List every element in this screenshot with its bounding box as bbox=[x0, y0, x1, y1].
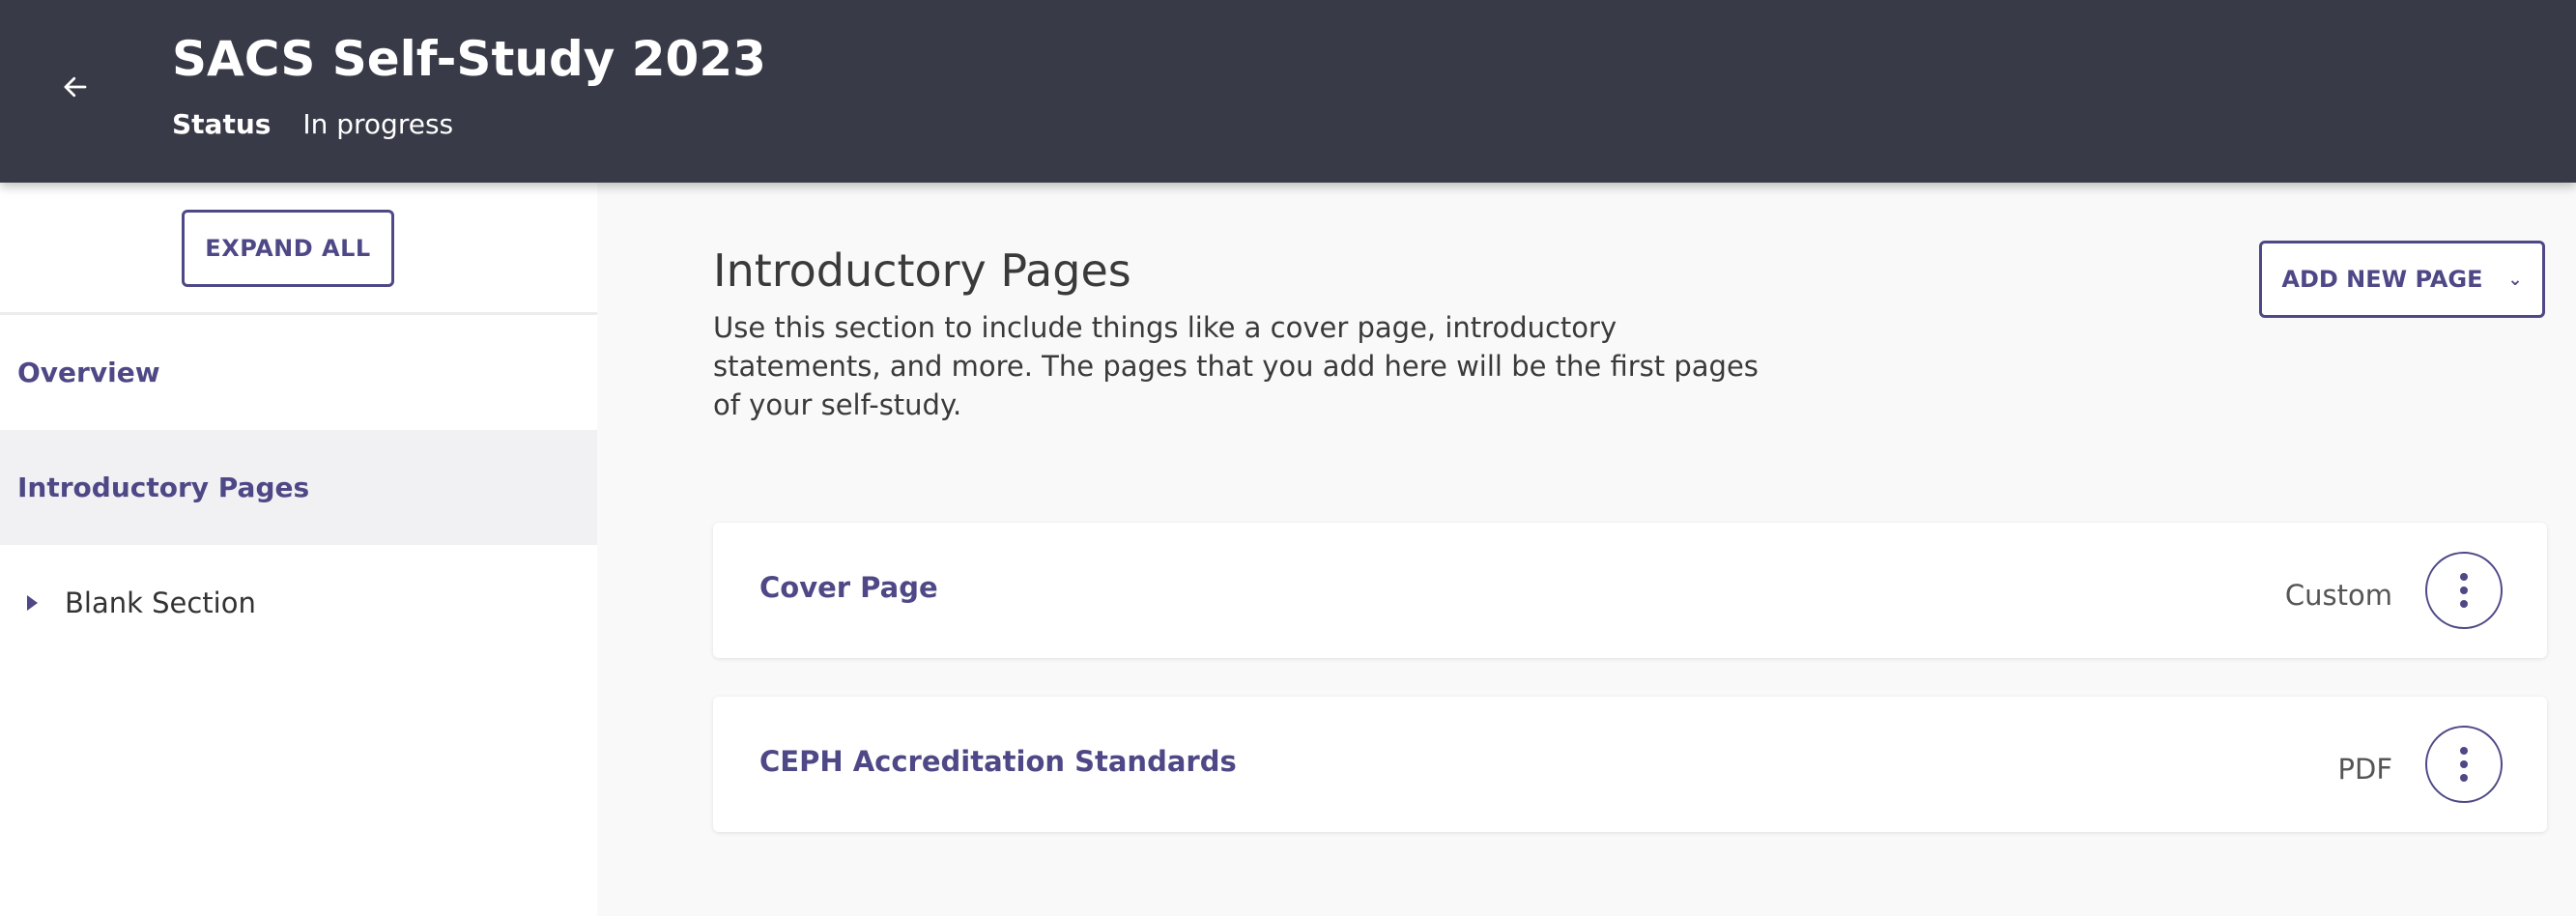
status-label: Status bbox=[172, 108, 272, 140]
page-card-type: Custom bbox=[2284, 579, 2392, 612]
add-new-page-label: ADD NEW PAGE bbox=[2281, 266, 2483, 293]
back-button[interactable] bbox=[52, 64, 99, 110]
expand-area: EXPAND ALL bbox=[0, 183, 597, 315]
sidebar-item-label: Overview bbox=[17, 357, 160, 388]
kebab-dot bbox=[2460, 600, 2468, 608]
more-options-button[interactable] bbox=[2425, 726, 2503, 803]
page-card-title[interactable]: Cover Page bbox=[759, 571, 938, 604]
kebab-dot bbox=[2460, 573, 2468, 581]
status-row: Status In progress bbox=[172, 108, 453, 140]
chevron-down-icon: ⌄ bbox=[2507, 269, 2523, 290]
sidebar-item-overview[interactable]: Overview bbox=[0, 315, 597, 430]
sidebar-item-introductory-pages[interactable]: Introductory Pages bbox=[0, 430, 597, 545]
status-value: In progress bbox=[302, 108, 454, 140]
page-card-type: PDF bbox=[2337, 753, 2393, 786]
main-content: Introductory Pages Use this section to i… bbox=[597, 183, 2576, 916]
caret-right-icon[interactable] bbox=[27, 594, 38, 611]
app-header: SACS Self-Study 2023 Status In progress bbox=[0, 0, 2576, 183]
sidebar-item-label: Introductory Pages bbox=[17, 472, 310, 503]
page-card-title[interactable]: CEPH Accreditation Standards bbox=[759, 745, 1237, 778]
section-heading: Introductory Pages bbox=[713, 244, 1131, 297]
more-options-button[interactable] bbox=[2425, 552, 2503, 629]
add-new-page-button[interactable]: ADD NEW PAGE ⌄ bbox=[2259, 241, 2545, 318]
expand-all-button[interactable]: EXPAND ALL bbox=[182, 210, 394, 287]
kebab-dot bbox=[2460, 774, 2468, 782]
kebab-dot bbox=[2460, 587, 2468, 594]
page-card: Cover Page Custom bbox=[713, 523, 2547, 658]
arrow-left-icon bbox=[64, 76, 87, 98]
sidebar: EXPAND ALL Overview Introductory Pages B… bbox=[0, 183, 597, 916]
page-card: CEPH Accreditation Standards PDF bbox=[713, 697, 2547, 832]
sidebar-item-label: Blank Section bbox=[65, 586, 256, 619]
section-description: Use this section to include things like … bbox=[713, 311, 1759, 421]
sidebar-item-blank-section[interactable]: Blank Section bbox=[0, 545, 597, 660]
kebab-dot bbox=[2460, 747, 2468, 755]
kebab-dot bbox=[2460, 760, 2468, 768]
page-title: SACS Self-Study 2023 bbox=[172, 31, 766, 87]
